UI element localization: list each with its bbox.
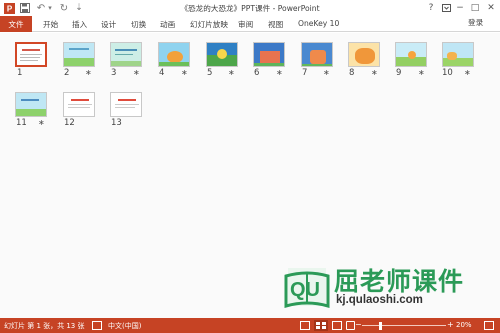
help-icon[interactable]: ? bbox=[424, 1, 438, 15]
reading-view-icon[interactable] bbox=[332, 321, 342, 330]
ribbon-display-options-icon[interactable] bbox=[439, 1, 453, 15]
minimize-icon[interactable]: − bbox=[453, 1, 467, 15]
tab-file[interactable]: 文件 bbox=[0, 16, 32, 32]
watermark-brand: 屈老师课件 bbox=[334, 267, 465, 296]
status-bar: 幻灯片 第 1 张，共 13 张 中文(中国) − + 20% bbox=[0, 318, 500, 333]
slide-thumbnail-12[interactable] bbox=[63, 92, 95, 117]
fit-to-window-icon[interactable] bbox=[484, 321, 494, 330]
watermark: QU 屈老师课件 kj.qulaoshi.com bbox=[282, 262, 482, 312]
transition-icon[interactable]: ∗ bbox=[323, 68, 330, 77]
slide-number: 7 bbox=[302, 68, 308, 78]
slide-number: 10 bbox=[442, 68, 453, 78]
tab-transitions[interactable]: 切换 bbox=[131, 19, 146, 30]
transition-icon[interactable]: ∗ bbox=[133, 68, 140, 77]
spell-check-icon[interactable] bbox=[92, 321, 102, 330]
title-bar: P ↶ ▾ ↻ ⇣ 《恐龙的大恐龙》PPT课件 - PowerPoint ? −… bbox=[0, 0, 500, 16]
language-status[interactable]: 中文(中国) bbox=[108, 321, 141, 331]
transition-icon[interactable]: ∗ bbox=[276, 68, 283, 77]
transition-icon[interactable]: ∗ bbox=[38, 118, 45, 127]
zoom-in-button[interactable]: + bbox=[447, 320, 454, 329]
slide-count-status: 幻灯片 第 1 张，共 13 张 bbox=[4, 322, 85, 330]
tab-insert[interactable]: 插入 bbox=[72, 19, 87, 30]
slide-number: 4 bbox=[159, 68, 165, 78]
slide-number: 12 bbox=[64, 118, 75, 128]
transition-icon[interactable]: ∗ bbox=[418, 68, 425, 77]
transition-icon[interactable]: ∗ bbox=[85, 68, 92, 77]
slideshow-view-icon[interactable] bbox=[346, 321, 355, 330]
slide-thumbnail-2[interactable] bbox=[63, 42, 95, 67]
zoom-level[interactable]: 20% bbox=[456, 321, 472, 329]
slide-thumbnail-5[interactable] bbox=[206, 42, 238, 67]
slide-number: 2 bbox=[64, 68, 70, 78]
tab-design[interactable]: 设计 bbox=[101, 19, 116, 30]
tab-onekey[interactable]: OneKey 10 bbox=[298, 19, 339, 28]
slide-sorter-view-icon[interactable] bbox=[314, 320, 328, 331]
slide-thumbnail-7[interactable] bbox=[301, 42, 333, 67]
slide-thumbnail-10[interactable] bbox=[442, 42, 474, 67]
transition-icon[interactable]: ∗ bbox=[181, 68, 188, 77]
slide-number: 6 bbox=[254, 68, 260, 78]
zoom-slider-track[interactable] bbox=[362, 325, 446, 326]
slide-number: 11 bbox=[16, 118, 27, 128]
transition-icon[interactable]: ∗ bbox=[371, 68, 378, 77]
tab-view[interactable]: 视图 bbox=[268, 19, 283, 30]
slide-number: 8 bbox=[349, 68, 355, 78]
slide-thumbnail-11[interactable] bbox=[15, 92, 47, 117]
sign-in-link[interactable]: 登录 bbox=[468, 17, 483, 28]
slide-thumbnail-1[interactable] bbox=[15, 42, 47, 67]
slide-number: 5 bbox=[207, 68, 213, 78]
transition-icon[interactable]: ∗ bbox=[464, 68, 471, 77]
tab-home[interactable]: 开始 bbox=[43, 19, 58, 30]
normal-view-icon[interactable] bbox=[300, 321, 310, 330]
slide-thumbnail-9[interactable] bbox=[395, 42, 427, 67]
slide-thumbnail-6[interactable] bbox=[253, 42, 285, 67]
close-icon[interactable]: ✕ bbox=[484, 1, 498, 15]
slide-thumbnail-4[interactable] bbox=[158, 42, 190, 67]
tab-slideshow[interactable]: 幻灯片放映 bbox=[190, 19, 228, 30]
zoom-out-button[interactable]: − bbox=[355, 320, 362, 329]
restore-icon[interactable]: □ bbox=[468, 1, 482, 15]
slide-number: 13 bbox=[111, 118, 122, 128]
watermark-url: kj.qulaoshi.com bbox=[336, 294, 423, 306]
slide-thumbnail-13[interactable] bbox=[110, 92, 142, 117]
slide-number: 3 bbox=[111, 68, 117, 78]
tab-animations[interactable]: 动画 bbox=[160, 19, 175, 30]
transition-icon[interactable]: ∗ bbox=[228, 68, 235, 77]
slide-number: 9 bbox=[396, 68, 402, 78]
tab-review[interactable]: 审阅 bbox=[238, 19, 253, 30]
slide-thumbnail-8[interactable] bbox=[348, 42, 380, 67]
slide-number: 1 bbox=[17, 68, 23, 78]
svg-text:QU: QU bbox=[290, 279, 320, 301]
slide-thumbnail-3[interactable] bbox=[110, 42, 142, 67]
zoom-slider-thumb[interactable] bbox=[378, 322, 382, 330]
ribbon-tabs: 文件 开始 插入 设计 切换 动画 幻灯片放映 审阅 视图 OneKey 10 … bbox=[0, 16, 500, 32]
